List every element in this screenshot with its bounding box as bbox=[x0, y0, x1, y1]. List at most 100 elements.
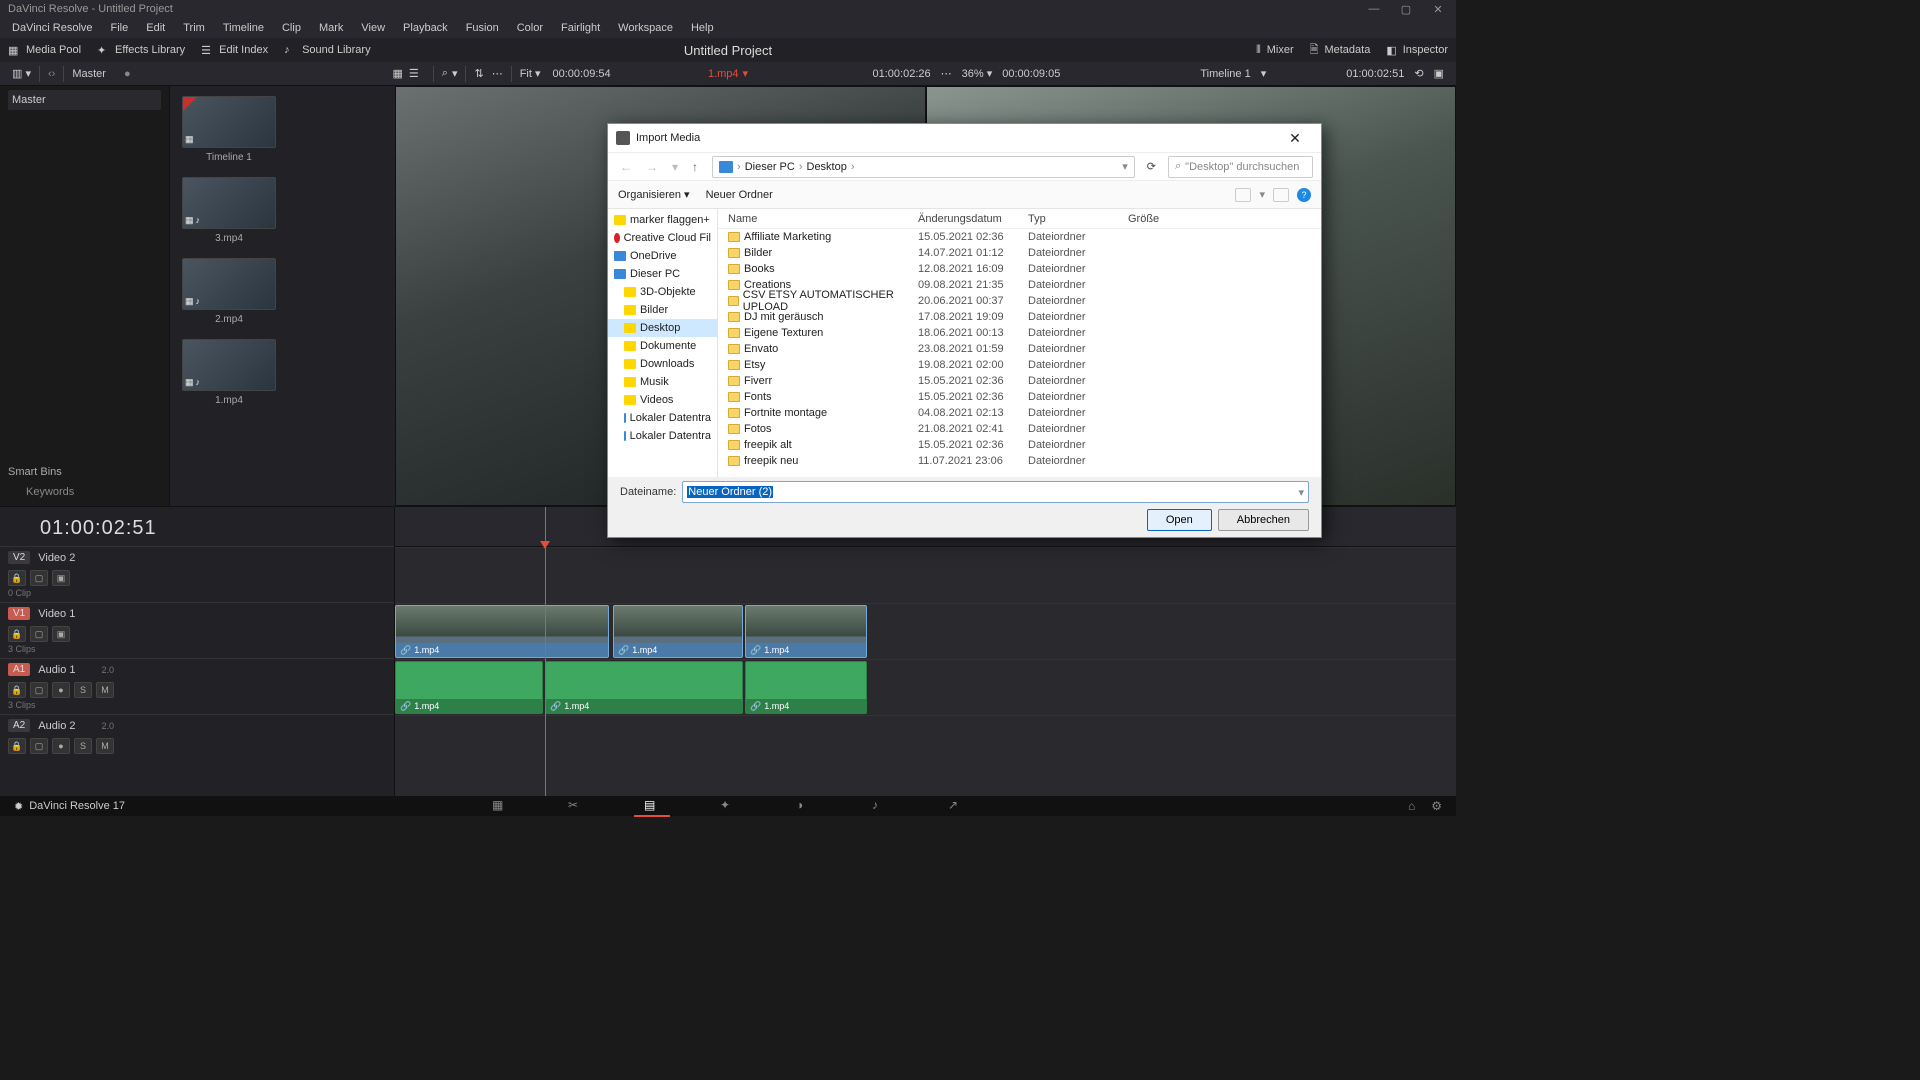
file-list[interactable]: Name Änderungsdatum Typ Größe Affiliate … bbox=[718, 209, 1321, 477]
sidebar-node[interactable]: Dieser PC bbox=[608, 265, 717, 283]
track-header-a1[interactable]: A1 Audio 1 2.0 🔒 ▢ ● S M 3 Clips bbox=[0, 658, 394, 714]
open-button[interactable]: Open bbox=[1147, 509, 1212, 531]
file-row[interactable]: freepik alt15.05.2021 02:36Dateiordner bbox=[718, 437, 1321, 453]
help-icon[interactable]: ? bbox=[1297, 188, 1311, 202]
sidebar-node[interactable]: OneDrive bbox=[608, 247, 717, 265]
search-icon[interactable]: ⌕ bbox=[442, 67, 448, 80]
chevron-down-icon[interactable]: ▾ bbox=[1122, 160, 1128, 173]
gang-icon[interactable]: ⟲ bbox=[1414, 67, 1423, 80]
bin-path[interactable]: Master bbox=[72, 68, 106, 80]
fairlight-page-icon[interactable]: ♪ bbox=[872, 798, 888, 814]
auto-select-icon[interactable]: ▢ bbox=[30, 682, 48, 698]
timeline-clip[interactable]: 🔗1.mp4 bbox=[745, 605, 867, 658]
sidebar-node[interactable]: Videos bbox=[608, 391, 717, 409]
zoom-dropdown[interactable]: 36% ▾ bbox=[962, 67, 993, 80]
track-v2[interactable] bbox=[395, 547, 1456, 603]
sound-library-toggle[interactable]: ♪ Sound Library bbox=[284, 44, 371, 56]
refresh-icon[interactable]: ⟳ bbox=[1141, 160, 1162, 173]
more-icon[interactable]: ⋯ bbox=[492, 67, 503, 80]
menu-davinci-resolve[interactable]: DaVinci Resolve bbox=[4, 20, 101, 36]
sidebar-node[interactable]: Downloads bbox=[608, 355, 717, 373]
settings-icon[interactable]: ⚙ bbox=[1431, 799, 1442, 813]
sidebar-node[interactable]: 3D-Objekte bbox=[608, 283, 717, 301]
timeline-clip[interactable]: 🔗1.mp4 bbox=[545, 661, 743, 714]
sidebar-node[interactable]: Desktop bbox=[608, 319, 717, 337]
metadata-toggle[interactable]: 🗎Metadata bbox=[1310, 41, 1371, 60]
file-row[interactable]: Fortnite montage04.08.2021 02:13Dateiord… bbox=[718, 405, 1321, 421]
timeline-clip[interactable]: 🔗1.mp4 bbox=[395, 605, 609, 658]
sidebar-node[interactable]: Creative Cloud Fil bbox=[608, 229, 717, 247]
chevron-down-icon[interactable]: ▾ bbox=[1259, 188, 1265, 201]
color-page-icon[interactable]: ◑ bbox=[796, 798, 812, 814]
track-a2[interactable] bbox=[395, 715, 1456, 755]
inspector-toggle[interactable]: ◧Inspector bbox=[1386, 41, 1448, 60]
sidebar-node[interactable]: marker flaggen+ bbox=[608, 211, 717, 229]
cut-page-icon[interactable]: ✂ bbox=[568, 798, 584, 814]
smart-bin-keywords[interactable]: Keywords bbox=[8, 486, 162, 498]
lock-icon[interactable]: 🔒 bbox=[8, 570, 26, 586]
mute-button[interactable]: M bbox=[96, 738, 114, 754]
menu-view[interactable]: View bbox=[353, 20, 393, 36]
sort-icon[interactable]: ⇅ bbox=[474, 67, 483, 80]
menu-trim[interactable]: Trim bbox=[175, 20, 213, 36]
track-badge-v2[interactable]: V2 bbox=[8, 551, 30, 564]
menu-playback[interactable]: Playback bbox=[395, 20, 456, 36]
timeline-clip[interactable]: 🔗1.mp4 bbox=[745, 661, 867, 714]
dialog-close-button[interactable]: ✕ bbox=[1277, 130, 1313, 147]
track-header-a2[interactable]: A2 Audio 2 2.0 🔒 ▢ ● S M bbox=[0, 714, 394, 754]
view-mode-button[interactable] bbox=[1235, 188, 1251, 202]
menu-file[interactable]: File bbox=[103, 20, 137, 36]
auto-select-icon[interactable]: ▢ bbox=[30, 738, 48, 754]
timeline-clip[interactable]: 🔗1.mp4 bbox=[395, 661, 543, 714]
disable-icon[interactable]: ▣ bbox=[52, 570, 70, 586]
more-icon-2[interactable]: ⋯ bbox=[941, 67, 952, 80]
menu-fusion[interactable]: Fusion bbox=[458, 20, 507, 36]
bin-master[interactable]: Master bbox=[8, 90, 161, 110]
single-viewer-icon[interactable]: ▣ bbox=[1434, 67, 1444, 80]
file-row[interactable]: DJ mit geräusch17.08.2021 19:09Dateiordn… bbox=[718, 309, 1321, 325]
menu-mark[interactable]: Mark bbox=[311, 20, 351, 36]
sidebar-node[interactable]: Lokaler Datentra bbox=[608, 427, 717, 445]
col-type[interactable]: Typ bbox=[1028, 213, 1128, 225]
chevron-down-icon[interactable]: ▾ bbox=[1298, 486, 1304, 499]
menu-clip[interactable]: Clip bbox=[274, 20, 309, 36]
auto-select-icon[interactable]: ▢ bbox=[30, 570, 48, 586]
breadcrumb-pc[interactable]: Dieser PC bbox=[745, 161, 795, 173]
new-folder-button[interactable]: Neuer Ordner bbox=[706, 189, 773, 201]
lock-icon[interactable]: 🔒 bbox=[8, 682, 26, 698]
media-clip[interactable]: ▦Timeline 1 bbox=[182, 96, 276, 163]
maximize-button[interactable]: ▢ bbox=[1396, 3, 1416, 16]
timeline-clip[interactable]: 🔗1.mp4 bbox=[613, 605, 743, 658]
col-size[interactable]: Größe bbox=[1128, 213, 1188, 225]
fit-dropdown[interactable]: Fit ▾ bbox=[520, 67, 541, 80]
menu-color[interactable]: Color bbox=[509, 20, 551, 36]
source-clip-name[interactable]: 1.mp4 bbox=[708, 68, 739, 80]
lock-icon[interactable]: 🔒 bbox=[8, 626, 26, 642]
solo-button[interactable]: S bbox=[74, 738, 92, 754]
nav-recent-icon[interactable]: ▾ bbox=[668, 160, 682, 174]
playhead[interactable] bbox=[545, 507, 546, 796]
nav-back-icon[interactable]: ← bbox=[616, 160, 636, 174]
media-clip[interactable]: ▦♪2.mp4 bbox=[182, 258, 276, 325]
arm-icon[interactable]: ● bbox=[52, 682, 70, 698]
fusion-page-icon[interactable]: ✦ bbox=[720, 798, 736, 814]
disable-icon[interactable]: ▣ bbox=[52, 626, 70, 642]
solo-button[interactable]: S bbox=[74, 682, 92, 698]
col-date[interactable]: Änderungsdatum bbox=[918, 213, 1028, 225]
preview-pane-button[interactable] bbox=[1273, 188, 1289, 202]
sidebar-node[interactable]: Bilder bbox=[608, 301, 717, 319]
view-list-icon[interactable]: ☰ bbox=[409, 67, 419, 80]
track-badge-a2[interactable]: A2 bbox=[8, 719, 30, 732]
nav-forward-icon[interactable]: › bbox=[52, 68, 56, 80]
mute-button[interactable]: M bbox=[96, 682, 114, 698]
bin-dropdown-icon[interactable]: ▥ ▾ bbox=[12, 67, 31, 80]
menu-help[interactable]: Help bbox=[683, 20, 722, 36]
lock-icon[interactable]: 🔒 bbox=[8, 738, 26, 754]
timeline-name[interactable]: Timeline 1 bbox=[1200, 68, 1250, 80]
track-a1[interactable]: 🔗1.mp4🔗1.mp4🔗1.mp4 bbox=[395, 659, 1456, 715]
col-name[interactable]: Name bbox=[718, 213, 918, 225]
mixer-toggle[interactable]: ⫴Mixer bbox=[1256, 41, 1294, 60]
sidebar-node[interactable]: Dokumente bbox=[608, 337, 717, 355]
menu-timeline[interactable]: Timeline bbox=[215, 20, 272, 36]
chevron-down-icon[interactable]: ▾ bbox=[743, 67, 749, 80]
